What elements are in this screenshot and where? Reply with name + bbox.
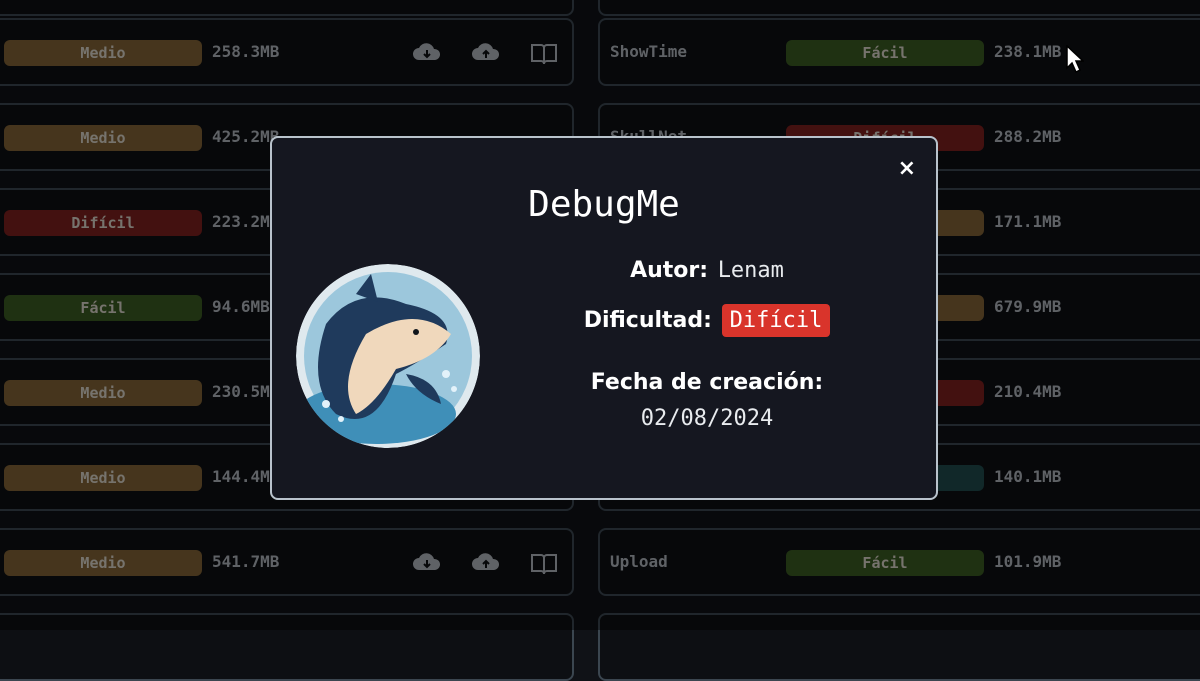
author-label: Autor: bbox=[630, 258, 709, 283]
date-label-row: Fecha de creación: bbox=[502, 370, 912, 395]
difficulty-row: Dificultad: Difícil bbox=[502, 304, 912, 337]
date-label: Fecha de creación: bbox=[590, 370, 824, 395]
modal-title: DebugMe bbox=[528, 184, 680, 225]
date-value: 02/08/2024 bbox=[640, 406, 774, 431]
author-value: Lenam bbox=[717, 258, 784, 283]
date-row: 02/08/2024 bbox=[502, 406, 912, 431]
machine-detail-modal: × DebugMe Autor: Lenam Dificultad: Difíc… bbox=[270, 136, 938, 500]
author-row: Autor: Lenam bbox=[502, 258, 912, 283]
difficulty-label: Dificultad: bbox=[583, 308, 712, 333]
difficulty-badge: Difícil bbox=[721, 304, 831, 337]
close-icon[interactable]: × bbox=[898, 156, 916, 181]
mouse-cursor-icon bbox=[1066, 44, 1085, 77]
machine-avatar bbox=[296, 264, 480, 448]
